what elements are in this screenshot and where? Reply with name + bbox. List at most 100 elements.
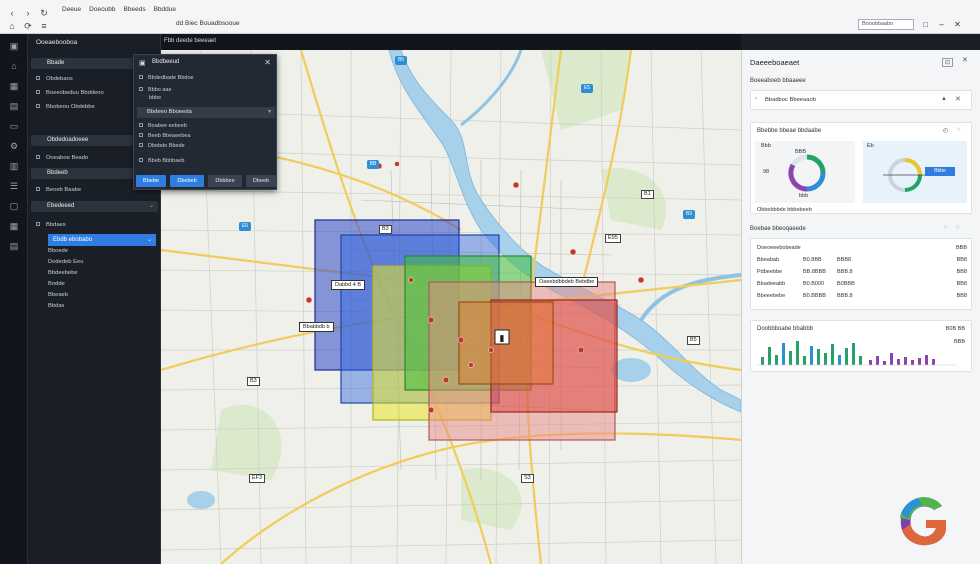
close-icon[interactable]: ✕ [952,19,963,30]
row-value: BBB [955,245,967,251]
checkbox[interactable] [139,143,143,147]
chart-label: bbb [799,193,809,199]
dialog-option[interactable]: Bbdedbade Bbdoe [139,75,194,81]
primary-button[interactable]: Bbebe [136,175,166,187]
spark-bar [869,360,872,365]
poi-marker[interactable] [468,362,474,368]
sidebar-item-label: Ebdb ebobabo [53,237,93,243]
menu-item[interactable]: Doeoubb [89,6,115,13]
map-toolbar: Fbb deede beeeaet [161,34,741,50]
poi-marker[interactable] [569,248,577,256]
row-value: B0BBB [837,281,855,287]
poi-marker[interactable] [442,376,450,384]
poi-marker[interactable] [488,347,494,353]
icon-rail: ▣ ⌂ ▦ ▤ ▭ ⚙ ▥ ☰ ▢ ▦ ▤ [0,34,28,564]
close-icon[interactable]: ✕ [264,58,271,67]
menu-item[interactable]: Deeue [62,6,81,13]
dialog-option[interactable]: Bbbo aae [139,87,172,93]
sidebar-item[interactable]: Boeeobeduu Bbddeno [36,89,104,97]
settings-icon[interactable]: ◌ [957,127,961,133]
minimize-icon[interactable]: ‒ [936,19,947,30]
secondary-button[interactable]: Dbbbee [208,175,242,187]
home-icon[interactable]: ⌂ [6,20,18,32]
row-value: B0.BBBB [803,293,826,299]
poi-marker[interactable] [427,316,435,324]
card-link[interactable]: Obbebbbde bbbebeeb [757,207,812,213]
spark-bar [932,359,935,365]
settings-icon[interactable]: ⚙ [8,140,20,152]
poi-marker[interactable] [394,161,400,167]
refresh-icon[interactable]: ◌ [944,225,948,231]
sidebar-item-active[interactable]: Ebdb ebobabo ⌄ [48,234,156,246]
checkbox[interactable] [139,75,143,79]
route-label: E95 [605,234,621,243]
sidebar-item[interactable]: Bbdeebebe [48,269,78,277]
poi-marker[interactable] [577,346,585,354]
address-bar[interactable]: dd Biec Bouadbsooue [176,20,240,27]
checkbox[interactable] [139,133,143,137]
poi-marker[interactable] [457,336,465,344]
clear-icon[interactable]: ✕ [955,95,961,103]
checkbox[interactable] [139,158,143,162]
refresh-icon[interactable]: ⟳ [22,20,34,32]
poi-marker[interactable] [512,181,520,189]
dialog-option[interactable]: Beeb Bbeaeebea [139,133,191,139]
document-icon[interactable]: ▤ [8,240,20,252]
item-icon [36,222,40,226]
sidebar-item[interactable]: Obdebaos [36,75,73,83]
dialog-option[interactable]: Bbeb Bbbbaeb [139,158,184,164]
table-icon[interactable]: ▦ [8,220,20,232]
menu-icon[interactable]: ≡ [38,20,50,32]
map-icon[interactable]: ▦ [8,80,20,92]
dialog-option[interactable]: Boabee eebeeb [139,123,187,129]
chevron-down-icon: ⌄ [148,203,154,209]
layers-icon[interactable]: ▣ [8,40,20,52]
sidebar-item[interactable]: Bboede [48,247,68,255]
dialog-option[interactable]: Dbebde Bbede [139,143,185,149]
folder-icon[interactable]: ▭ [8,120,20,132]
zone-label[interactable]: Dabbd 4 B [331,280,365,290]
menu-item[interactable]: Bbeeds [124,6,146,13]
sidebar-item[interactable]: Bbobeou Obdebbe [36,103,95,111]
zone-label[interactable]: Bbabbdb b [299,322,334,332]
grid-icon[interactable]: ▤ [8,100,20,112]
poi-marker[interactable] [305,296,313,304]
sidebar-item[interactable]: Bbdas [48,302,64,310]
dialog-buttons: Bbebe Dbebeb Dbbbee Dbeeb [136,175,276,187]
chart-icon[interactable]: ▥ [8,160,20,172]
tool-icon[interactable]: ▢ [8,200,20,212]
home-icon[interactable]: ⌂ [8,60,20,72]
sidebar-item[interactable]: Bodde [48,280,65,288]
window-icon[interactable]: □ [920,19,931,30]
map-toolbar-label: Fbb deede beeeaet [164,38,217,44]
poi-marker[interactable] [427,406,435,414]
sidebar-item[interactable]: Bbdaes [36,221,66,229]
sidebar-item[interactable]: Bbeaeb [48,291,68,299]
poi-marker[interactable] [408,277,414,283]
checkbox[interactable] [139,123,143,127]
info-icon[interactable]: ◴ [943,127,948,134]
row-value: BBB.8 [837,269,853,275]
settings-icon[interactable]: ◌ [956,225,960,231]
sidebar-item[interactable]: Beoeb Baabe [36,186,81,194]
forward-icon[interactable]: › [22,7,34,19]
search-input[interactable]: Booobbaabo [858,19,914,30]
list-icon[interactable]: ☰ [8,180,20,192]
back-icon[interactable]: ‹ [6,7,18,19]
checkbox[interactable] [139,87,143,91]
menu-item[interactable]: Bbddue [154,6,176,13]
sidebar-item[interactable]: Dodedeb Eeu [48,258,83,266]
sidebar-item[interactable]: Ooeaboe Beado [36,154,88,162]
reload-icon[interactable]: ↻ [38,7,50,19]
cancel-button[interactable]: Dbeeb [246,175,276,187]
chart-button[interactable]: Bbbe [925,167,955,176]
sidebar-section[interactable]: Ebedeeed ⌄ [31,201,158,212]
search-input[interactable]: Bbadboc Bbeeaaob [765,97,816,103]
dialog-select[interactable]: Bbdeeo Bboeeda ▾ [137,107,275,118]
expand-icon[interactable]: ⊡ [942,58,954,67]
zone-label[interactable]: Oaeebdbbdeb Bebdbe [535,277,599,287]
lock-icon[interactable]: ▲ [941,96,947,102]
close-icon[interactable]: ✕ [962,56,968,64]
poi-marker[interactable] [637,276,645,284]
apply-button[interactable]: Dbebeb [170,175,204,187]
